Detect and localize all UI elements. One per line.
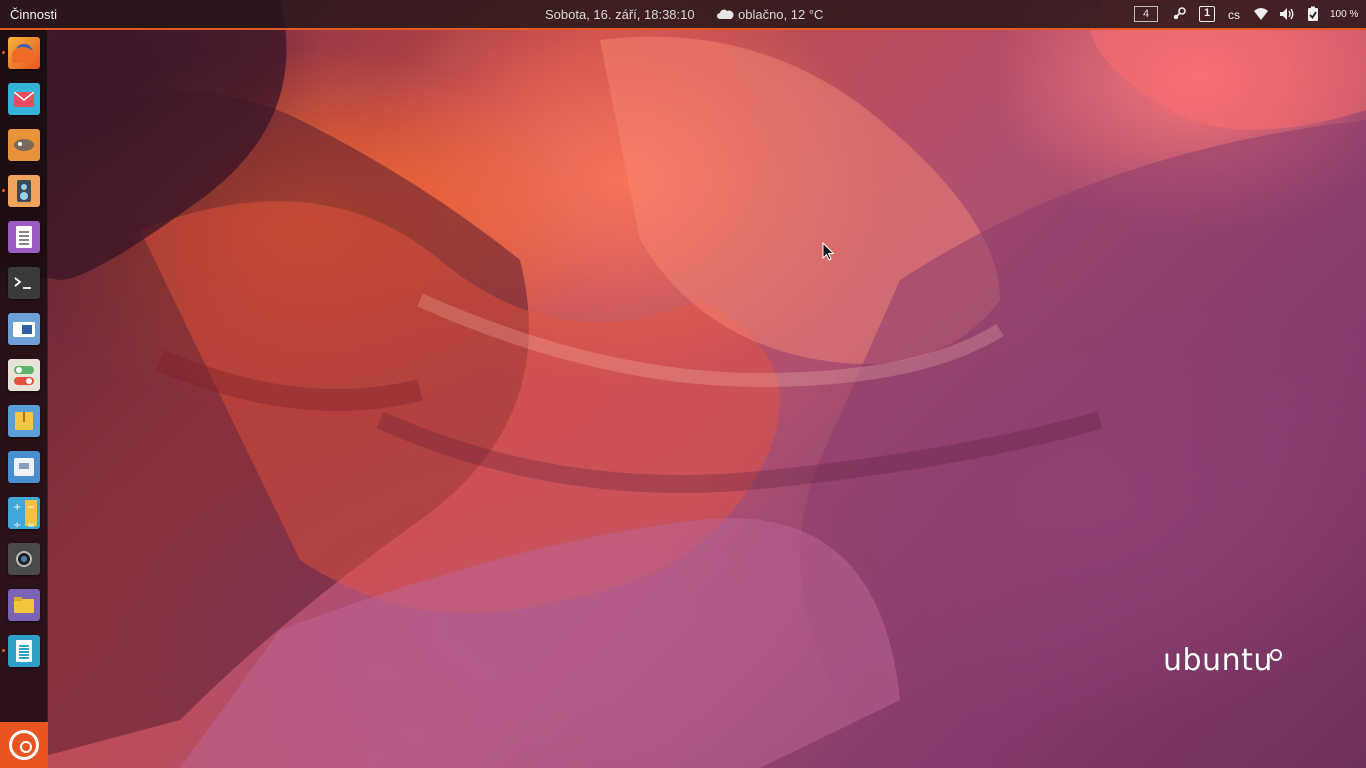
camera-icon[interactable] (8, 543, 40, 575)
ubuntu-circle-of-friends-icon (1270, 649, 1282, 661)
running-indicator (2, 51, 5, 54)
launcher-dock: + ÷ − = (0, 30, 48, 768)
mail-icon[interactable] (8, 83, 40, 115)
steam-icon[interactable] (1171, 6, 1187, 22)
keyboard-layout[interactable]: cs (1228, 8, 1240, 22)
running-indicator (2, 649, 5, 652)
weather-indicator[interactable]: oblačno, 12 °C (738, 7, 823, 22)
terminal-icon[interactable] (8, 267, 40, 299)
remote-desktop-icon[interactable] (8, 313, 40, 345)
text-editor-icon[interactable] (8, 221, 40, 253)
speaker-app-icon[interactable] (8, 175, 40, 207)
settings-toggle-icon[interactable] (8, 359, 40, 391)
document-icon[interactable] (8, 635, 40, 667)
gimp-icon[interactable] (8, 129, 40, 161)
ubuntu-wordmark: ubuntu (1163, 643, 1273, 678)
archive-icon[interactable] (8, 405, 40, 437)
clock[interactable]: Sobota, 16. září, 18:38:10 (545, 7, 695, 22)
notification-count-icon[interactable]: 1 (1199, 6, 1215, 22)
files-icon[interactable] (8, 589, 40, 621)
top-panel: Činnosti Sobota, 16. září, 18:38:10 obla… (0, 0, 1366, 30)
disk-icon[interactable] (8, 451, 40, 483)
firefox-icon[interactable] (8, 37, 40, 69)
workspace-indicator[interactable]: 4 (1134, 6, 1158, 22)
wallpaper-waves (0, 0, 1366, 768)
cloud-icon[interactable] (716, 8, 734, 20)
wifi-icon[interactable] (1253, 6, 1269, 22)
battery-percentage: 100 % (1330, 9, 1359, 20)
ubuntu-logo-icon (9, 730, 39, 760)
mouse-cursor-icon (822, 242, 835, 261)
show-applications-button[interactable] (0, 722, 48, 768)
volume-icon[interactable] (1279, 6, 1295, 22)
activities-button[interactable]: Činnosti (10, 7, 57, 22)
running-indicator (2, 189, 5, 192)
desktop-wallpaper: ubuntu (0, 0, 1366, 768)
battery-icon[interactable] (1305, 6, 1321, 22)
calculator-icon[interactable]: + ÷ − = (8, 497, 40, 529)
